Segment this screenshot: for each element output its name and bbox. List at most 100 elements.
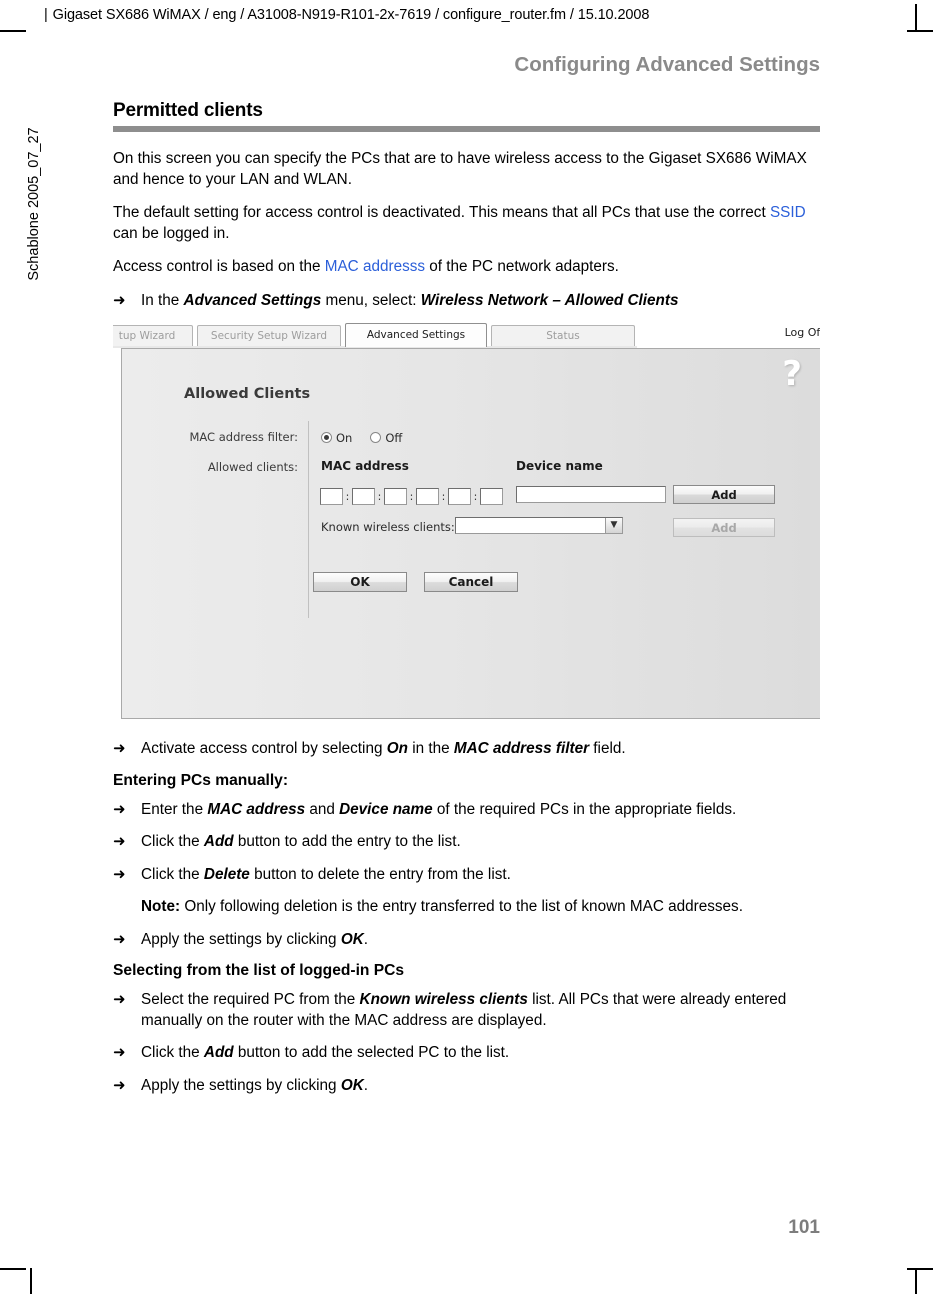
- arrow-icon: ➜: [113, 930, 126, 948]
- step-add-bold: Add: [203, 833, 234, 850]
- arrow-icon: ➜: [113, 833, 126, 850]
- step-activate-access-control: ➜ Activate access control by selecting On…: [113, 739, 820, 760]
- arrow-icon: ➜: [113, 291, 126, 309]
- step-enter-c: of the required PCs in the appropriate f…: [432, 800, 737, 818]
- mac-octet-3[interactable]: [384, 488, 407, 505]
- step-open-menu-dash: –: [548, 291, 565, 309]
- mac-octet-5[interactable]: [448, 488, 471, 505]
- mac-colon-4: :: [441, 490, 446, 503]
- mac-octet-4[interactable]: [416, 488, 439, 505]
- step-delete-bold: Delete: [203, 865, 250, 883]
- step-add2-a: Click the: [141, 1044, 204, 1061]
- arrow-icon: ➜: [113, 740, 126, 757]
- crop-mark-top-right-vertical: [915, 4, 917, 30]
- tab-status[interactable]: Status: [491, 325, 635, 346]
- default-setting-paragraph: The default setting for access control i…: [113, 203, 820, 244]
- step-apply2-bold-ok: OK: [340, 1076, 364, 1094]
- step-open-menu: ➜ In the Advanced Settings menu, select: …: [113, 291, 820, 312]
- default-setting-text-b: can be logged in.: [113, 224, 230, 242]
- radio-off[interactable]: [370, 432, 382, 443]
- arrow-icon: ➜: [113, 865, 126, 883]
- step-select-a: Select the required PC from the: [141, 991, 360, 1008]
- mac-octet-6[interactable]: [480, 488, 503, 505]
- note-label: Note:: [141, 898, 181, 915]
- mac-filter-radio-group: On Off: [321, 427, 420, 446]
- step-enter-bold-device: Device name: [339, 800, 433, 818]
- tab-bar: tup Wizard Security Setup Wizard Advance…: [113, 323, 820, 347]
- device-name-input[interactable]: [516, 486, 666, 503]
- subheading-selecting-logged-in: Selecting from the list of logged-in PCs: [113, 962, 405, 979]
- step-add-a: Click the: [141, 833, 204, 850]
- tab-advanced-settings[interactable]: Advanced Settings: [345, 323, 487, 347]
- radio-off-label: Off: [385, 430, 403, 445]
- add-manual-button[interactable]: Add: [673, 485, 775, 504]
- tab-security-setup-wizard[interactable]: Security Setup Wizard: [197, 325, 341, 346]
- mac-colon-5: :: [473, 490, 478, 503]
- step-add2-b: button to add the selected PC to the lis…: [233, 1044, 510, 1061]
- header-rule-glyph: |: [44, 7, 48, 23]
- step-activate-a: Activate access control by selecting: [141, 740, 387, 757]
- arrow-icon: ➜: [113, 991, 126, 1008]
- step-apply-bold-ok: OK: [340, 930, 364, 948]
- mac-octet-1[interactable]: [320, 488, 343, 505]
- router-ui-screenshot: tup Wizard Security Setup Wizard Advance…: [113, 323, 820, 719]
- crop-mark-top-left-horizontal: [0, 30, 26, 32]
- ssid-link[interactable]: SSID: [770, 204, 806, 221]
- step-select-pc: ➜ Select the required PC from the Known w…: [113, 990, 820, 1031]
- cancel-button[interactable]: Cancel: [424, 572, 518, 592]
- step-activate-c: field.: [589, 740, 626, 757]
- step-open-menu-bold-allowed: Allowed Clients: [564, 291, 679, 309]
- mac-address-link[interactable]: MAC addresss: [325, 258, 425, 275]
- note-deletion: Note: Only following deletion is the ent…: [113, 897, 820, 918]
- step-activate-bold-filter: MAC address filter: [453, 740, 590, 757]
- add-known-client-button[interactable]: Add: [673, 518, 775, 537]
- radio-on-label: On: [336, 430, 353, 445]
- step-add2-bold: Add: [203, 1044, 234, 1061]
- step-apply-ok-1: ➜ Apply the settings by clicking OK.: [113, 930, 820, 951]
- column-header-mac-address: MAC address: [321, 459, 409, 473]
- help-icon[interactable]: ?: [782, 357, 802, 391]
- ok-button[interactable]: OK: [313, 572, 407, 592]
- page-number: 101: [788, 1217, 820, 1238]
- tab-setup-wizard[interactable]: tup Wizard: [113, 325, 193, 346]
- crop-mark-bottom-right-vertical: [915, 1268, 917, 1294]
- known-wireless-clients-select[interactable]: ▼: [455, 517, 623, 534]
- chapter-title: Configuring Advanced Settings: [514, 53, 820, 76]
- column-header-device-name: Device name: [516, 459, 603, 473]
- mac-colon-3: :: [409, 490, 414, 503]
- title-rule: [113, 126, 820, 132]
- mac-colon-2: :: [377, 490, 382, 503]
- step-open-menu-b: menu, select:: [321, 291, 421, 309]
- step-apply-a: Apply the settings by clicking: [141, 930, 341, 948]
- crop-mark-bottom-right-horizontal: [907, 1268, 933, 1270]
- step-delete-b: button to delete the entry from the list…: [249, 865, 511, 883]
- step-apply2-b: .: [363, 1076, 369, 1094]
- crop-mark-bottom-left-horizontal: [0, 1268, 26, 1270]
- content-column: Permitted clients On this screen you can…: [113, 100, 820, 1108]
- step-open-menu-a: In the: [141, 291, 184, 309]
- step-enter-b: and: [305, 800, 340, 818]
- arrow-icon: ➜: [113, 1044, 126, 1061]
- log-off-link[interactable]: Log Off: [785, 326, 820, 339]
- running-header: | Gigaset SX686 WiMAX / eng / A31008-N919…: [44, 7, 649, 23]
- page-title: Permitted clients: [113, 100, 263, 121]
- step-click-add: ➜ Click the Add button to add the entry t…: [113, 832, 820, 853]
- crop-mark-top-right-horizontal: [907, 30, 933, 32]
- access-control-paragraph: Access control is based on the MAC addre…: [113, 257, 820, 278]
- access-control-text-b: of the PC network adapters.: [425, 258, 619, 275]
- step-enter-mac-device: ➜ Enter the MAC address and Device name o…: [113, 800, 820, 821]
- document-page: | Gigaset SX686 WiMAX / eng / A31008-N919…: [0, 0, 933, 1301]
- mac-octet-2[interactable]: [352, 488, 375, 505]
- allowed-clients-panel: ? Allowed Clients MAC address filter: Al…: [121, 348, 820, 719]
- chevron-down-icon[interactable]: ▼: [605, 518, 622, 533]
- step-click-add-selected: ➜ Click the Add button to add the selecte…: [113, 1043, 820, 1064]
- step-apply2-a: Apply the settings by clicking: [141, 1076, 341, 1094]
- panel-title: Allowed Clients: [184, 386, 311, 402]
- access-control-text-a: Access control is based on the: [113, 258, 325, 275]
- step-open-menu-bold-advanced: Advanced Settings: [183, 291, 322, 309]
- label-mac-address-filter: MAC address filter:: [189, 430, 298, 444]
- intro-paragraph: On this screen you can specify the PCs t…: [113, 150, 807, 188]
- radio-on[interactable]: [321, 432, 332, 443]
- default-setting-text-a: The default setting for access control i…: [113, 204, 770, 221]
- step-click-delete: ➜ Click the Delete button to delete the e…: [113, 865, 820, 886]
